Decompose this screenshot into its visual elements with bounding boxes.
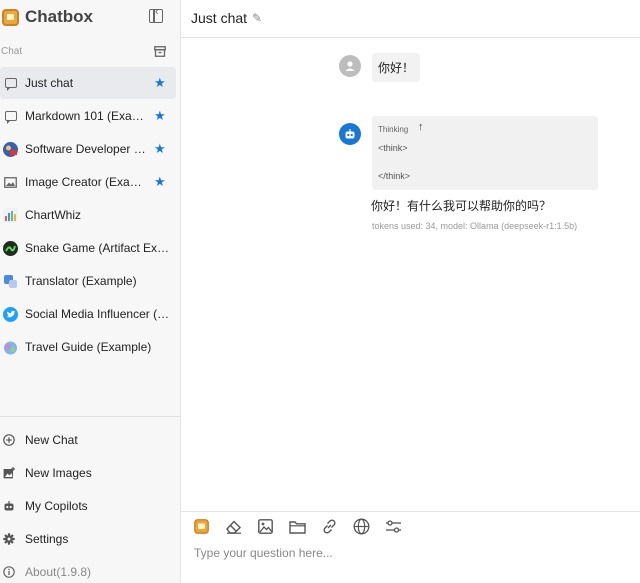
user-avatar-icon: [339, 55, 361, 77]
chat-bubble-icon: [3, 109, 18, 124]
section-label-chat: Chat: [1, 46, 23, 57]
assistant-message: 你好！有什么我可以帮助你的吗？: [371, 199, 552, 213]
message-meta: tokens used: 34, model: Ollama (deepseek…: [372, 221, 578, 231]
thinking-close-tag: </think>: [378, 171, 411, 181]
settings-label: Settings: [25, 532, 69, 546]
twitter-avatar-icon: [3, 306, 18, 322]
new-images-button[interactable]: New Images: [0, 462, 176, 484]
edit-pencil-icon[interactable]: ✎: [252, 11, 262, 25]
user-message: 你好！: [372, 53, 421, 82]
session-item-travel-guide[interactable]: Travel Guide (Example): [0, 331, 176, 363]
question-input[interactable]: [194, 544, 624, 562]
robot-icon: [3, 500, 15, 512]
star-icon[interactable]: ★: [154, 174, 166, 190]
session-label: Software Developer (Example): [25, 142, 147, 156]
copilot-logo-icon[interactable]: [193, 518, 210, 535]
chart-avatar-icon: [3, 207, 18, 223]
session-label: Snake Game (Artifact Example): [25, 241, 175, 255]
link-icon[interactable]: [321, 518, 338, 535]
add-circle-icon: [3, 434, 15, 446]
gear-icon: [3, 533, 15, 545]
assistant-avatar-icon: [339, 123, 361, 145]
star-icon[interactable]: ★: [154, 108, 166, 124]
new-images-label: New Images: [25, 466, 92, 480]
app-title: Chatbox: [25, 7, 93, 26]
image-icon: [3, 175, 18, 190]
input-area: [181, 511, 640, 583]
session-label: Markdown 101 (Example): [25, 109, 147, 123]
brand: Chatbox: [2, 6, 93, 28]
session-label: Just chat: [25, 76, 74, 90]
new-chat-label: New Chat: [25, 433, 78, 447]
my-copilots-label: My Copilots: [25, 499, 88, 513]
chatbox-logo-icon: [2, 8, 19, 26]
about-button[interactable]: About(1.9.8): [0, 561, 176, 583]
folder-icon[interactable]: [289, 518, 306, 535]
session-item-just-chat[interactable]: Just chat ★: [0, 67, 176, 99]
sidebar-divider: [0, 416, 181, 417]
travel-avatar-icon: [3, 340, 18, 355]
eraser-icon[interactable]: [225, 518, 242, 535]
star-icon[interactable]: ★: [154, 141, 166, 157]
session-item-software-developer[interactable]: Software Developer (Example) ★: [0, 133, 176, 165]
thinking-block[interactable]: Thinking ↑ <think> </think>: [372, 116, 598, 190]
session-item-chartwhiz[interactable]: ChartWhiz: [0, 199, 176, 231]
session-label: Travel Guide (Example): [25, 340, 152, 354]
chat-title: Just chat: [191, 10, 248, 26]
session-list: Just chat ★ Markdown 101 (Example) ★ Sof…: [0, 67, 181, 364]
settings-button[interactable]: Settings: [0, 528, 176, 550]
translator-avatar-icon: [3, 274, 18, 289]
image-icon[interactable]: [257, 518, 274, 535]
add-image-icon: [3, 467, 15, 479]
thinking-label: Thinking: [378, 125, 409, 134]
about-label: About(1.9.8): [25, 565, 92, 579]
session-item-image-creator[interactable]: Image Creator (Example) ★: [0, 166, 176, 198]
star-icon[interactable]: ★: [154, 75, 166, 91]
collapse-sidebar-icon[interactable]: [149, 6, 163, 23]
session-item-markdown-101[interactable]: Markdown 101 (Example) ★: [0, 100, 176, 132]
thinking-open-tag: <think>: [378, 143, 408, 153]
message-list: 你好！ Thinking ↑ <think> </think> 你好！有什么我可…: [181, 39, 640, 511]
session-item-social-media-influencer[interactable]: Social Media Influencer (Example): [0, 298, 176, 330]
sidebar: Chatbox Chat Just chat ★ Markdown 101 (E…: [0, 0, 181, 583]
session-label: ChartWhiz: [25, 208, 82, 222]
session-item-snake-game[interactable]: Snake Game (Artifact Example): [0, 232, 176, 264]
new-chat-button[interactable]: New Chat: [0, 429, 176, 451]
snake-avatar-icon: [3, 240, 18, 256]
session-item-translator[interactable]: Translator (Example): [0, 265, 176, 297]
archive-icon[interactable]: [154, 46, 166, 57]
session-label: Image Creator (Example): [25, 175, 147, 189]
session-label: Translator (Example): [25, 274, 137, 288]
globe-icon[interactable]: [353, 518, 370, 535]
sliders-icon[interactable]: [385, 518, 402, 535]
developer-avatar-icon: [3, 141, 18, 157]
my-copilots-button[interactable]: My Copilots: [0, 495, 176, 517]
chat-header: Just chat ✎: [181, 0, 640, 38]
info-icon: [3, 566, 15, 578]
chat-bubble-icon: [3, 76, 18, 91]
collapse-arrow-icon[interactable]: ↑: [418, 121, 424, 133]
session-label: Social Media Influencer (Example): [25, 307, 175, 321]
